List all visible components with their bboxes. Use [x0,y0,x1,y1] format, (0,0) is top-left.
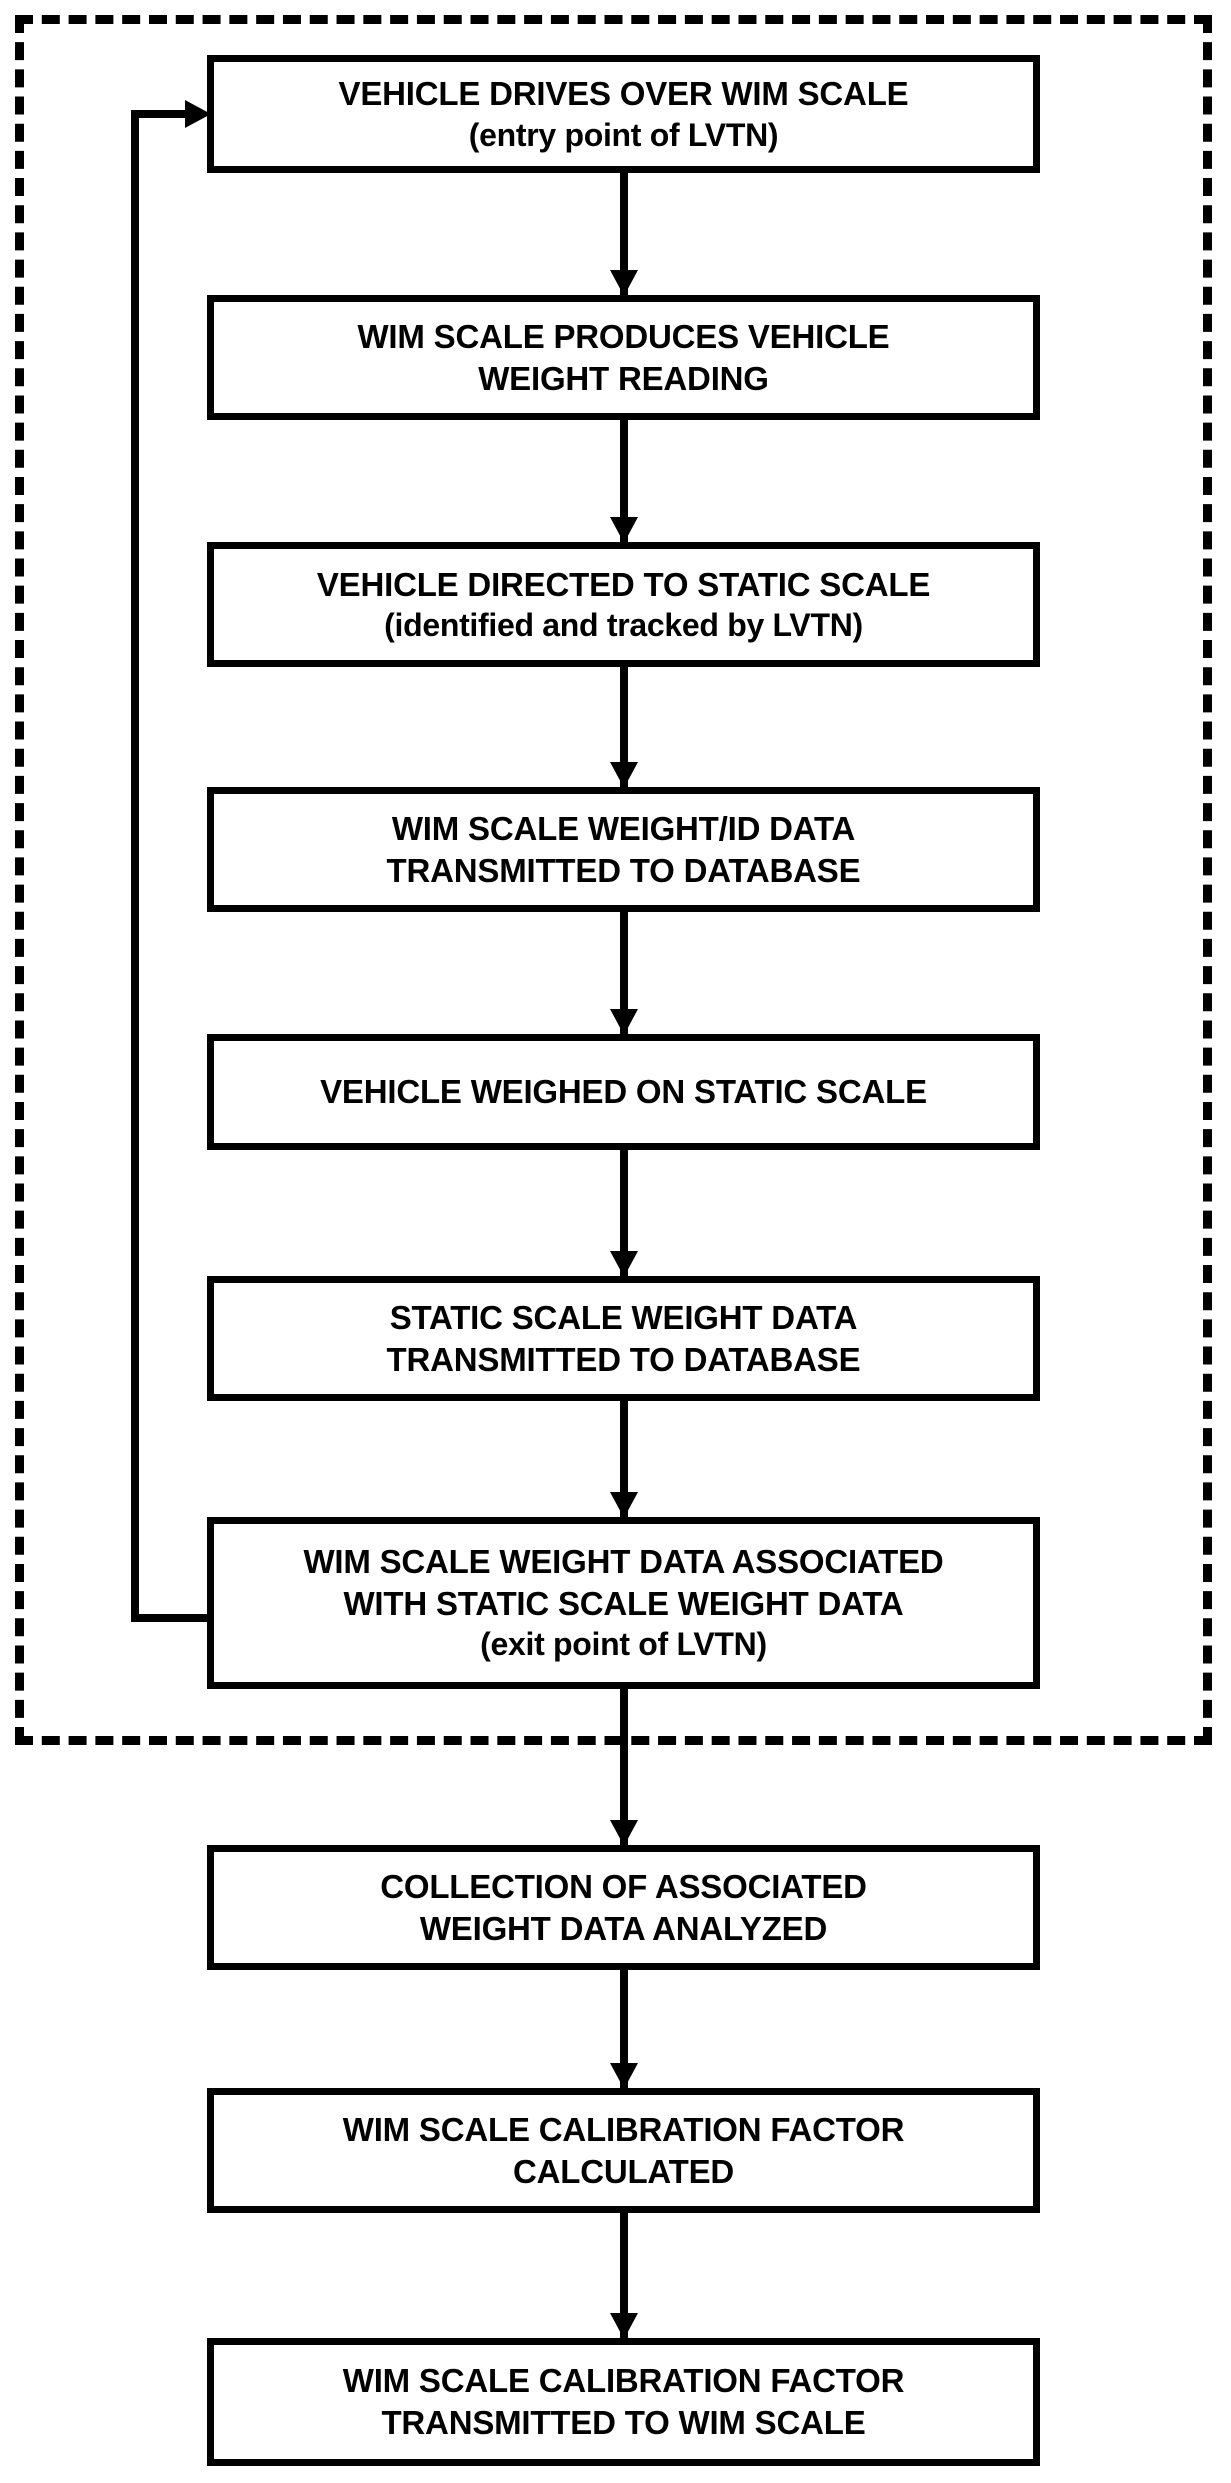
node-vehicle-drives-over-wim-scale[interactable]: VEHICLE DRIVES OVER WIM SCALE (entry poi… [207,55,1040,173]
node-line-2: (identified and tracked by LVTN) [384,607,863,644]
feedback-loop-bottom-segment [131,1614,211,1622]
arrowhead-down-icon [610,517,638,543]
node-line-2: TRANSMITTED TO WIM SCALE [381,2404,866,2441]
node-static-data-transmitted-to-database[interactable]: STATIC SCALE WEIGHT DATA TRANSMITTED TO … [207,1276,1040,1401]
node-wim-scale-produces-weight-reading[interactable]: WIM SCALE PRODUCES VEHICLE WEIGHT READIN… [207,295,1040,420]
node-line-2: (entry point of LVTN) [468,116,779,153]
arrow-4-to-5 [610,912,638,1035]
arrow-1-to-2 [610,173,638,296]
node-collection-analyzed[interactable]: COLLECTION OF ASSOCIATED WEIGHT DATA ANA… [207,1845,1040,1970]
node-line-3: (exit point of LVTN) [480,1626,767,1663]
node-line-1: WIM SCALE WEIGHT/ID DATA [391,809,856,847]
flowchart-canvas: VEHICLE DRIVES OVER WIM SCALE (entry poi… [0,0,1231,2483]
node-vehicle-weighed-on-static-scale[interactable]: VEHICLE WEIGHED ON STATIC SCALE [207,1034,1040,1150]
feedback-loop-vertical-segment [131,110,139,1622]
node-wim-data-associated-with-static-data[interactable]: WIM SCALE WEIGHT DATA ASSOCIATED WITH ST… [207,1517,1040,1689]
arrowhead-down-icon [610,2063,638,2089]
node-line-1: WIM SCALE PRODUCES VEHICLE [357,317,890,355]
arrow-8-to-9 [610,1970,638,2089]
arrowhead-down-icon [610,1251,638,1277]
node-calibration-factor-transmitted[interactable]: WIM SCALE CALIBRATION FACTOR TRANSMITTED… [207,2338,1040,2466]
arrow-3-to-4 [610,667,638,788]
arrow-9-to-10 [610,2213,638,2339]
node-line-2: WITH STATIC SCALE WEIGHT DATA [343,1584,904,1622]
node-vehicle-directed-to-static-scale[interactable]: VEHICLE DIRECTED TO STATIC SCALE (identi… [207,542,1040,667]
node-calibration-factor-calculated[interactable]: WIM SCALE CALIBRATION FACTOR CALCULATED [207,2088,1040,2213]
arrow-2-to-3 [610,420,638,543]
node-line-1: STATIC SCALE WEIGHT DATA [389,1298,858,1336]
node-line-1: WIM SCALE CALIBRATION FACTOR [342,2110,905,2148]
node-line-1: WIM SCALE CALIBRATION FACTOR [342,2362,905,2400]
node-wim-data-transmitted-to-database[interactable]: WIM SCALE WEIGHT/ID DATA TRANSMITTED TO … [207,787,1040,912]
node-line-1: VEHICLE DIRECTED TO STATIC SCALE [316,565,931,603]
arrowhead-down-icon [610,2313,638,2339]
arrow-6-to-7 [610,1401,638,1518]
arrow-5-to-6 [610,1150,638,1277]
arrowhead-down-icon [610,1492,638,1518]
arrowhead-down-icon [610,1820,638,1846]
node-line-1: VEHICLE DRIVES OVER WIM SCALE [338,75,909,113]
node-line-2: TRANSMITTED TO DATABASE [386,1340,861,1378]
arrowhead-down-icon [610,1009,638,1035]
node-line-2: CALCULATED [512,2152,735,2190]
node-line-2: TRANSMITTED TO DATABASE [386,851,861,889]
node-line-1: COLLECTION OF ASSOCIATED [380,1867,867,1905]
arrowhead-down-icon [610,270,638,296]
feedback-loop-top-segment [131,110,193,118]
node-line-2: WEIGHT DATA ANALYZED [419,1909,828,1947]
arrowhead-down-icon [610,762,638,788]
node-line-1: VEHICLE WEIGHED ON STATIC SCALE [320,1073,927,1111]
node-line-2: WEIGHT READING [478,359,769,397]
node-line-1: WIM SCALE WEIGHT DATA ASSOCIATED [303,1543,944,1581]
arrow-7-to-8 [610,1689,638,1846]
